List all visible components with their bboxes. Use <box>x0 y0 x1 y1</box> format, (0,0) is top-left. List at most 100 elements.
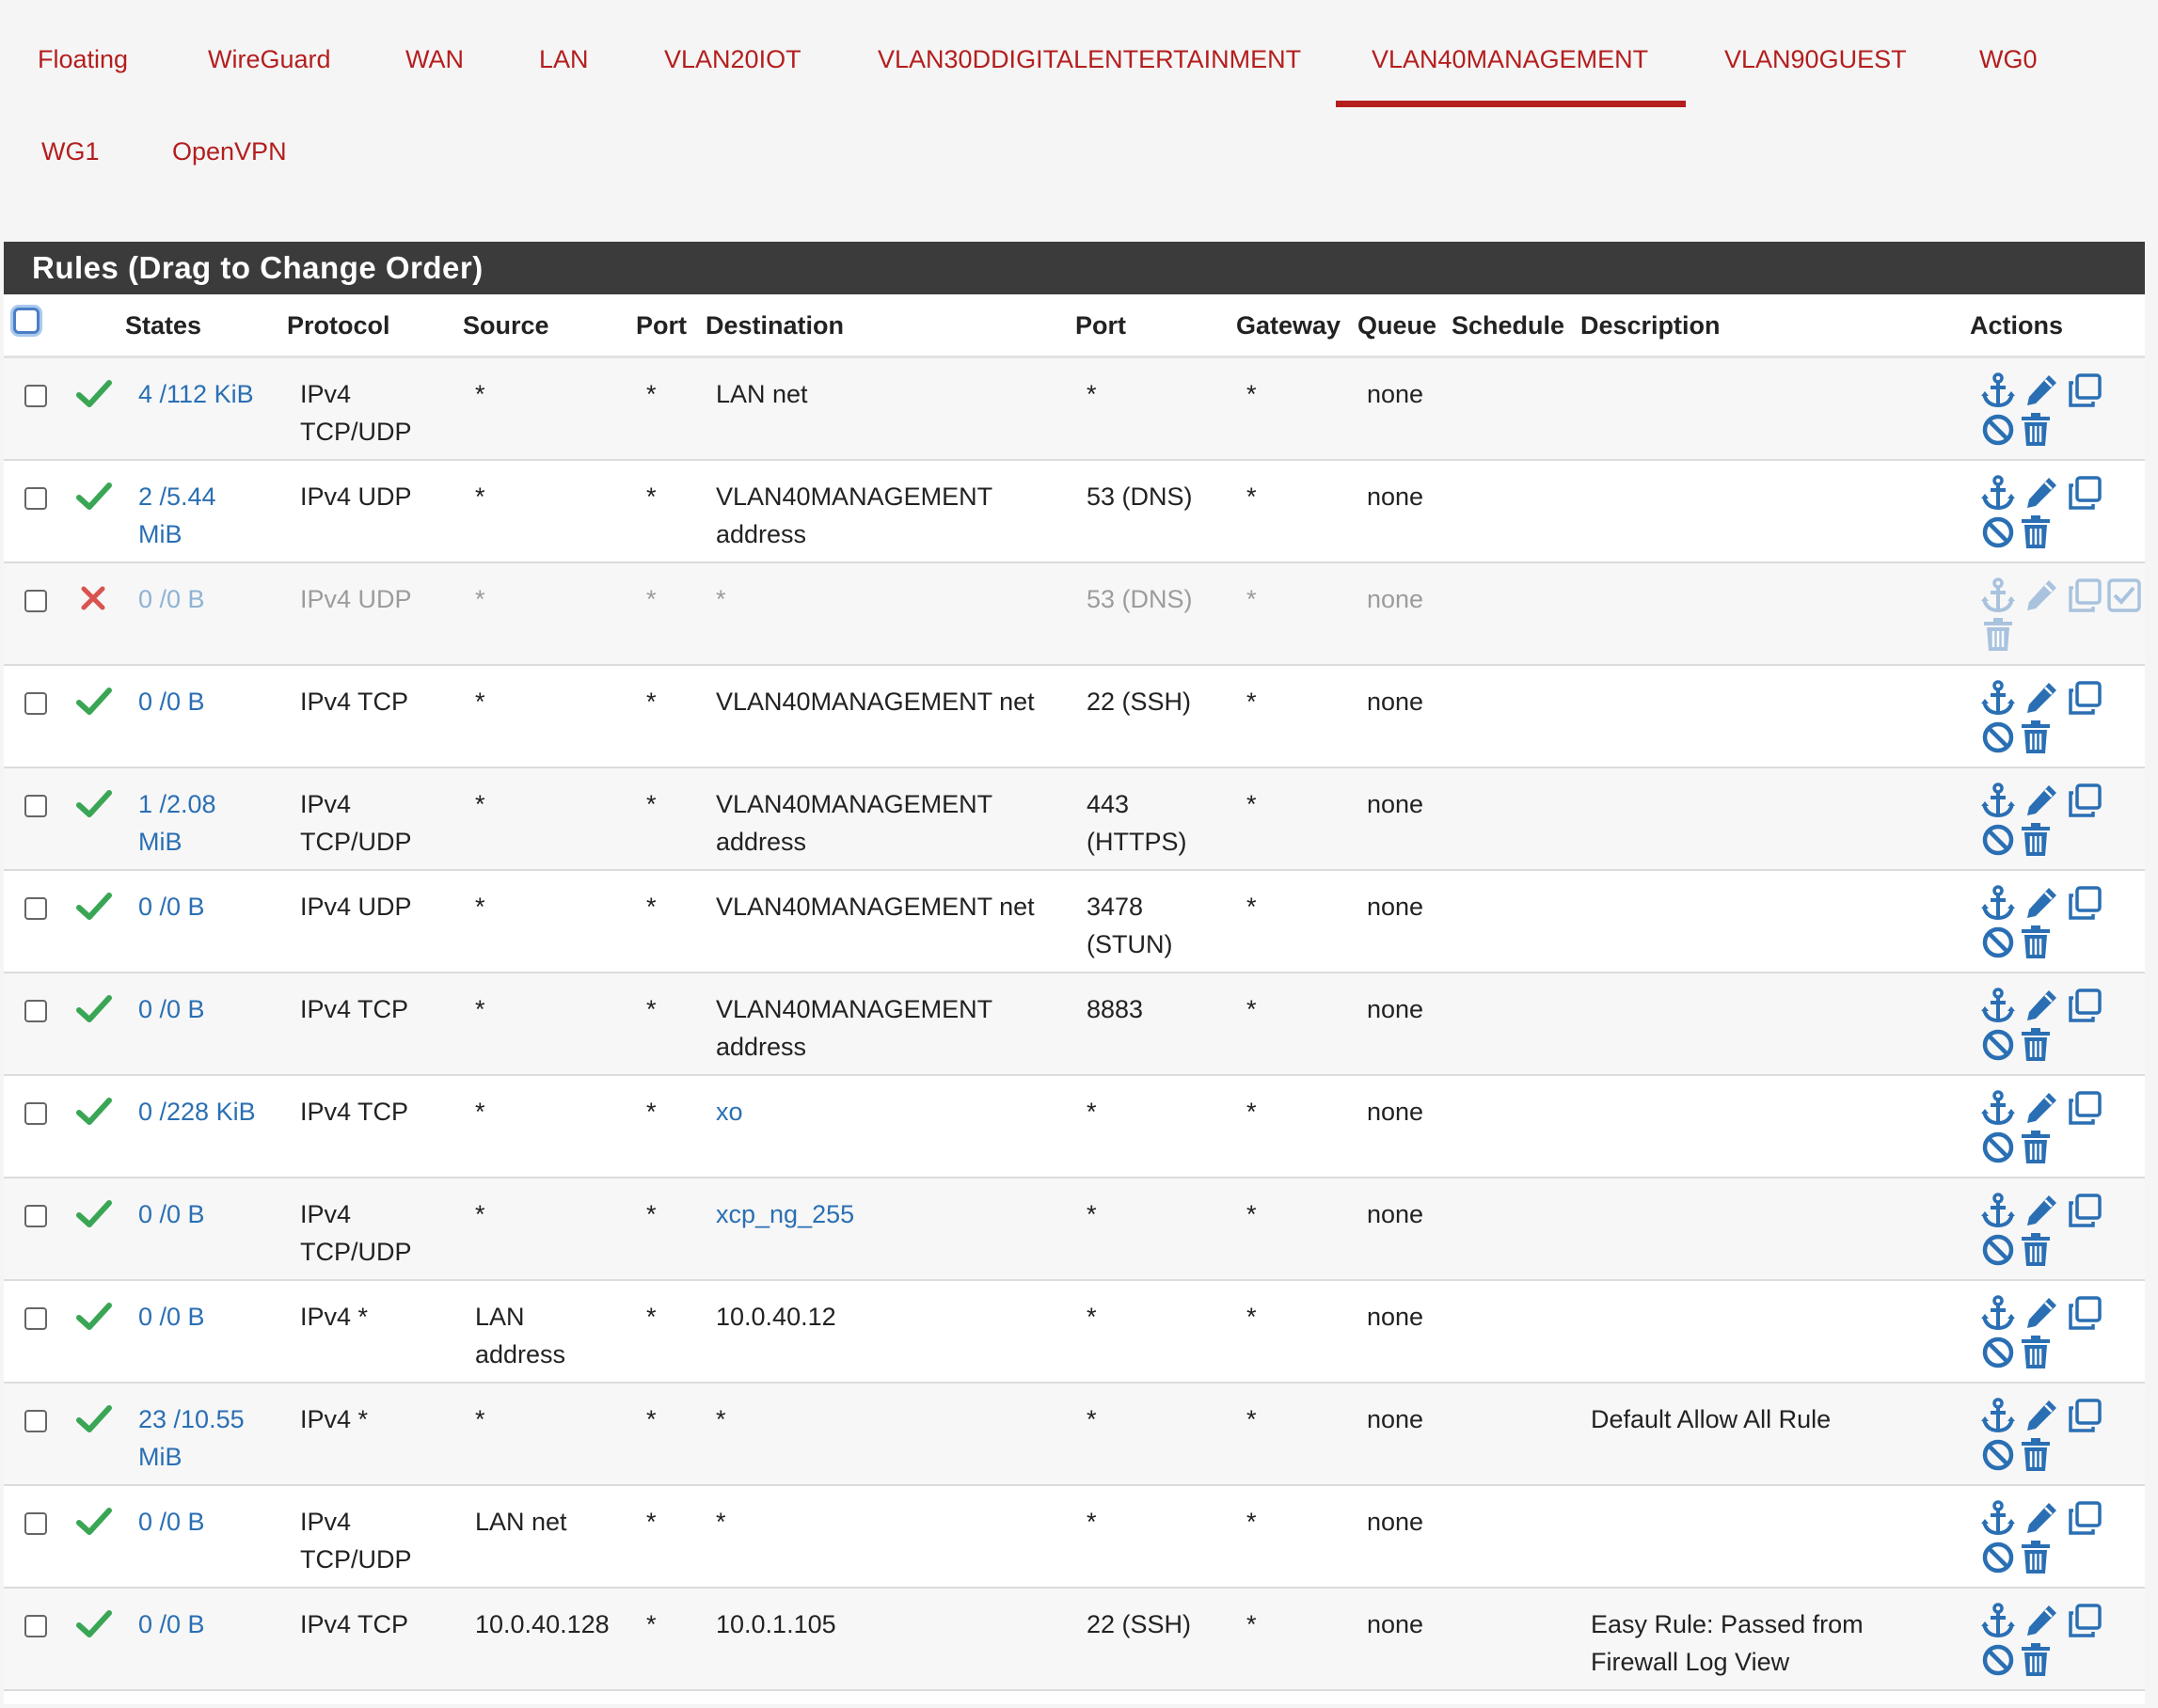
states-link[interactable]: 0 /0 B <box>138 1605 205 1643</box>
rule-row[interactable]: 4 /112 KiB IPv4 TCP/UDP * * LAN net * * none <box>4 358 2145 461</box>
tab-vlan20iot[interactable]: VLAN20IOT <box>664 45 801 74</box>
pencil-icon[interactable] <box>2023 1499 2060 1537</box>
states-link[interactable]: 0 /0 B <box>138 990 205 1028</box>
tab-wan[interactable]: WAN <box>405 45 464 74</box>
rule-select-checkbox[interactable] <box>24 1615 47 1637</box>
rule-select-checkbox[interactable] <box>24 1102 47 1125</box>
trash-icon[interactable] <box>2017 1539 2055 1576</box>
pencil-icon[interactable] <box>2023 474 2060 512</box>
states-link[interactable]: 0 /0 B <box>138 1298 205 1336</box>
destination-cell[interactable]: xcp_ng_255 <box>716 1195 854 1233</box>
disable-icon[interactable] <box>1979 1539 2017 1576</box>
tab-wg0[interactable]: WG0 <box>1979 45 2038 74</box>
states-link[interactable]: 0 /0 B <box>138 580 205 618</box>
states-link[interactable]: 0 /0 B <box>138 1195 205 1233</box>
copy-icon[interactable] <box>2066 679 2103 717</box>
trash-icon[interactable] <box>2017 411 2055 449</box>
rule-row[interactable]: 0 /0 B IPv4 TCP * * VLAN40MANAGEMENT address… <box>4 973 2145 1076</box>
col-queue[interactable]: Queue <box>1357 311 1436 340</box>
copy-icon[interactable] <box>2066 577 2103 614</box>
states-link[interactable]: 0 /228 KiB <box>138 1093 256 1131</box>
pencil-icon[interactable] <box>2023 1192 2060 1229</box>
anchor-icon[interactable] <box>1979 679 2017 717</box>
col-source-port[interactable]: Port <box>636 311 687 340</box>
rule-select-checkbox[interactable] <box>24 897 47 920</box>
rule-row[interactable]: 0 /0 B IPv4 TCP 10.0.40.128 * 10.0.1.105 22 (… <box>4 1589 2145 1691</box>
col-schedule[interactable]: Schedule <box>1452 311 1564 340</box>
pencil-icon[interactable] <box>2023 1602 2060 1639</box>
tab-openvpn[interactable]: OpenVPN <box>172 137 287 166</box>
trash-icon[interactable] <box>2017 1231 2055 1269</box>
col-destination[interactable]: Destination <box>706 311 844 340</box>
pencil-icon[interactable] <box>2023 884 2060 922</box>
states-link[interactable]: 23 /10.55 MiB <box>138 1400 245 1476</box>
rule-select-checkbox[interactable] <box>24 1205 47 1227</box>
disable-icon[interactable] <box>1979 1334 2017 1371</box>
rule-select-checkbox[interactable] <box>24 1512 47 1535</box>
trash-icon[interactable] <box>2017 821 2055 859</box>
trash-icon[interactable] <box>2017 1436 2055 1474</box>
tab-floating[interactable]: Floating <box>38 45 128 74</box>
rule-row[interactable]: 23 /10.55 MiB IPv4 * * * * * * none Default Allo… <box>4 1384 2145 1486</box>
rule-select-checkbox[interactable] <box>24 1000 47 1022</box>
disable-icon[interactable] <box>1979 514 2017 551</box>
copy-icon[interactable] <box>2066 1192 2103 1229</box>
rule-row[interactable]: 0 /0 B IPv4 UDP * * VLAN40MANAGEMENT net 3478… <box>4 871 2145 973</box>
disable-icon[interactable] <box>1979 719 2017 756</box>
disable-icon[interactable] <box>1979 821 2017 859</box>
tab-lan[interactable]: LAN <box>539 45 589 74</box>
states-link[interactable]: 2 /5.44 MiB <box>138 478 216 553</box>
enable-icon[interactable] <box>2105 577 2143 614</box>
trash-icon[interactable] <box>2017 1129 2055 1166</box>
rule-select-checkbox[interactable] <box>24 487 47 510</box>
col-gateway[interactable]: Gateway <box>1236 311 1341 340</box>
disable-icon[interactable] <box>1979 1641 2017 1679</box>
trash-icon[interactable] <box>2017 719 2055 756</box>
trash-icon[interactable] <box>2017 1641 2055 1679</box>
pencil-icon[interactable] <box>2023 1397 2060 1434</box>
anchor-icon[interactable] <box>1979 1089 2017 1127</box>
col-source[interactable]: Source <box>463 311 549 340</box>
pencil-icon[interactable] <box>2023 987 2060 1024</box>
copy-icon[interactable] <box>2066 1089 2103 1127</box>
anchor-icon[interactable] <box>1979 1294 2017 1332</box>
rule-row[interactable]: 0 /0 B IPv4 TCP * * VLAN40MANAGEMENT net 22 (… <box>4 666 2145 768</box>
rule-row[interactable]: 0 /0 B IPv4 * LAN address * 10.0.40.12 * * none <box>4 1281 2145 1384</box>
rule-select-checkbox[interactable] <box>24 1410 47 1432</box>
disable-icon[interactable] <box>1979 411 2017 449</box>
states-link[interactable]: 4 /112 KiB <box>138 375 254 413</box>
anchor-icon[interactable] <box>1979 372 2017 409</box>
anchor-icon[interactable] <box>1979 1397 2017 1434</box>
trash-icon[interactable] <box>2017 514 2055 551</box>
pencil-icon[interactable] <box>2023 679 2060 717</box>
copy-icon[interactable] <box>2066 782 2103 819</box>
trash-icon[interactable] <box>2017 1026 2055 1064</box>
tab-vlan30ddigitalentertainment[interactable]: VLAN30DDIGITALENTERTAINMENT <box>878 45 1301 74</box>
copy-icon[interactable] <box>2066 987 2103 1024</box>
rule-select-checkbox[interactable] <box>24 1307 47 1330</box>
anchor-icon[interactable] <box>1979 474 2017 512</box>
anchor-icon[interactable] <box>1979 884 2017 922</box>
destination-cell[interactable]: xo <box>716 1093 743 1131</box>
tab-wireguard[interactable]: WireGuard <box>208 45 331 74</box>
copy-icon[interactable] <box>2066 1397 2103 1434</box>
anchor-icon[interactable] <box>1979 577 2017 614</box>
rule-row[interactable]: 0 /0 B IPv4 UDP * * * 53 (DNS) * none <box>4 563 2145 666</box>
pencil-icon[interactable] <box>2023 577 2060 614</box>
rule-row[interactable]: 0 /0 B IPv4 TCP/UDP LAN net * * * * none <box>4 1486 2145 1589</box>
rule-select-checkbox[interactable] <box>24 795 47 817</box>
pencil-icon[interactable] <box>2023 782 2060 819</box>
states-link[interactable]: 0 /0 B <box>138 888 205 925</box>
trash-icon[interactable] <box>2017 924 2055 961</box>
copy-icon[interactable] <box>2066 1602 2103 1639</box>
trash-icon[interactable] <box>1979 616 2017 654</box>
copy-icon[interactable] <box>2066 1499 2103 1537</box>
disable-icon[interactable] <box>1979 924 2017 961</box>
copy-icon[interactable] <box>2066 372 2103 409</box>
anchor-icon[interactable] <box>1979 1192 2017 1229</box>
disable-icon[interactable] <box>1979 1129 2017 1166</box>
anchor-icon[interactable] <box>1979 987 2017 1024</box>
copy-icon[interactable] <box>2066 474 2103 512</box>
tab-vlan90guest[interactable]: VLAN90GUEST <box>1724 45 1907 74</box>
tab-wg1[interactable]: WG1 <box>41 137 100 166</box>
